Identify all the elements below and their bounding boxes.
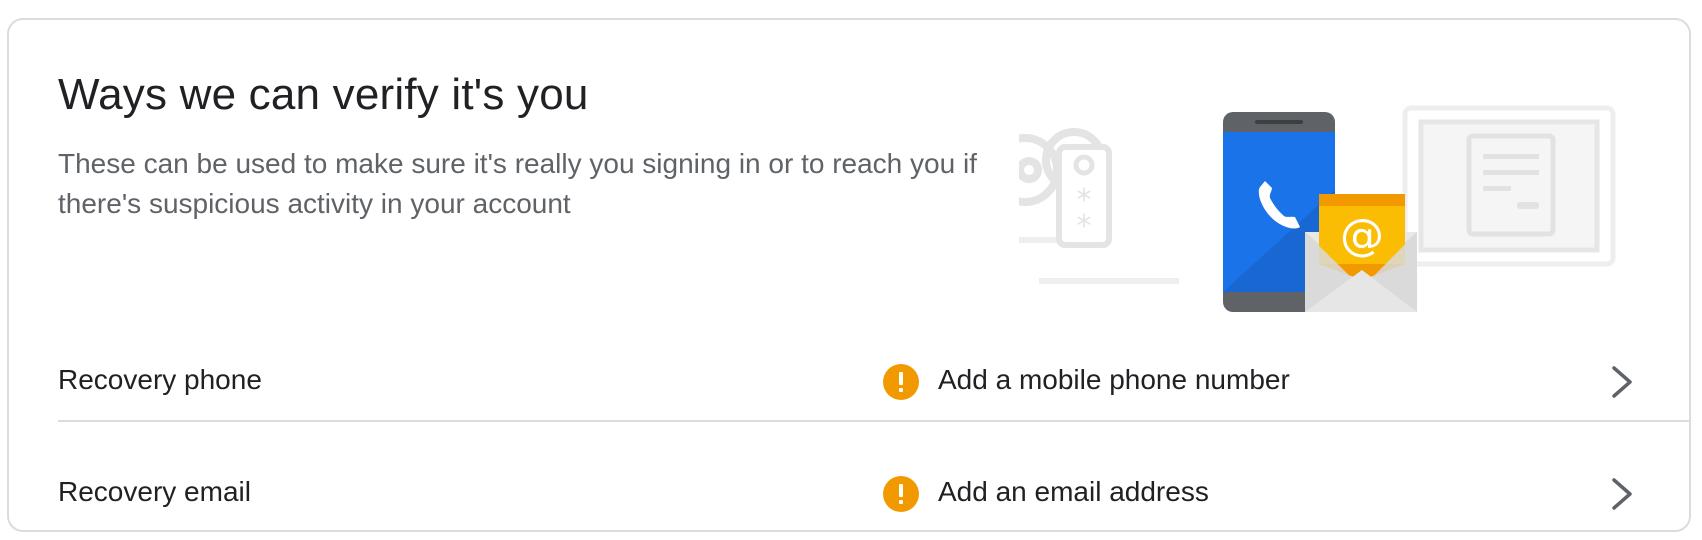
- warning-icon: [883, 476, 919, 512]
- verification-card: Ways we can verify it's you These can be…: [7, 18, 1691, 532]
- document-icon: [1402, 105, 1616, 267]
- email-envelope-icon: @: [1305, 194, 1417, 312]
- verification-methods-illustration: * * @: [1019, 105, 1616, 312]
- recovery-phone-value: Add a mobile phone number: [938, 364, 1290, 395]
- warning-icon: [883, 364, 919, 400]
- svg-text:*: *: [1077, 209, 1092, 244]
- recovery-phone-row[interactable]: Recovery phone Add a mobile phone number: [58, 330, 1689, 440]
- recovery-email-label: Recovery email: [58, 476, 251, 507]
- recovery-email-value: Add an email address: [938, 476, 1209, 507]
- recovery-email-row[interactable]: Recovery email Add an email address: [58, 442, 1689, 530]
- chevron-right-icon: [1612, 478, 1632, 510]
- svg-text:@: @: [1340, 210, 1384, 261]
- chevron-right-icon: [1612, 366, 1632, 398]
- password-tag-icon: * *: [1056, 144, 1112, 248]
- recovery-phone-label: Recovery phone: [58, 364, 262, 395]
- section-title: Ways we can verify it's you: [58, 70, 589, 119]
- row-divider: [58, 420, 1689, 422]
- section-subtitle: These can be used to make sure it's real…: [58, 148, 977, 219]
